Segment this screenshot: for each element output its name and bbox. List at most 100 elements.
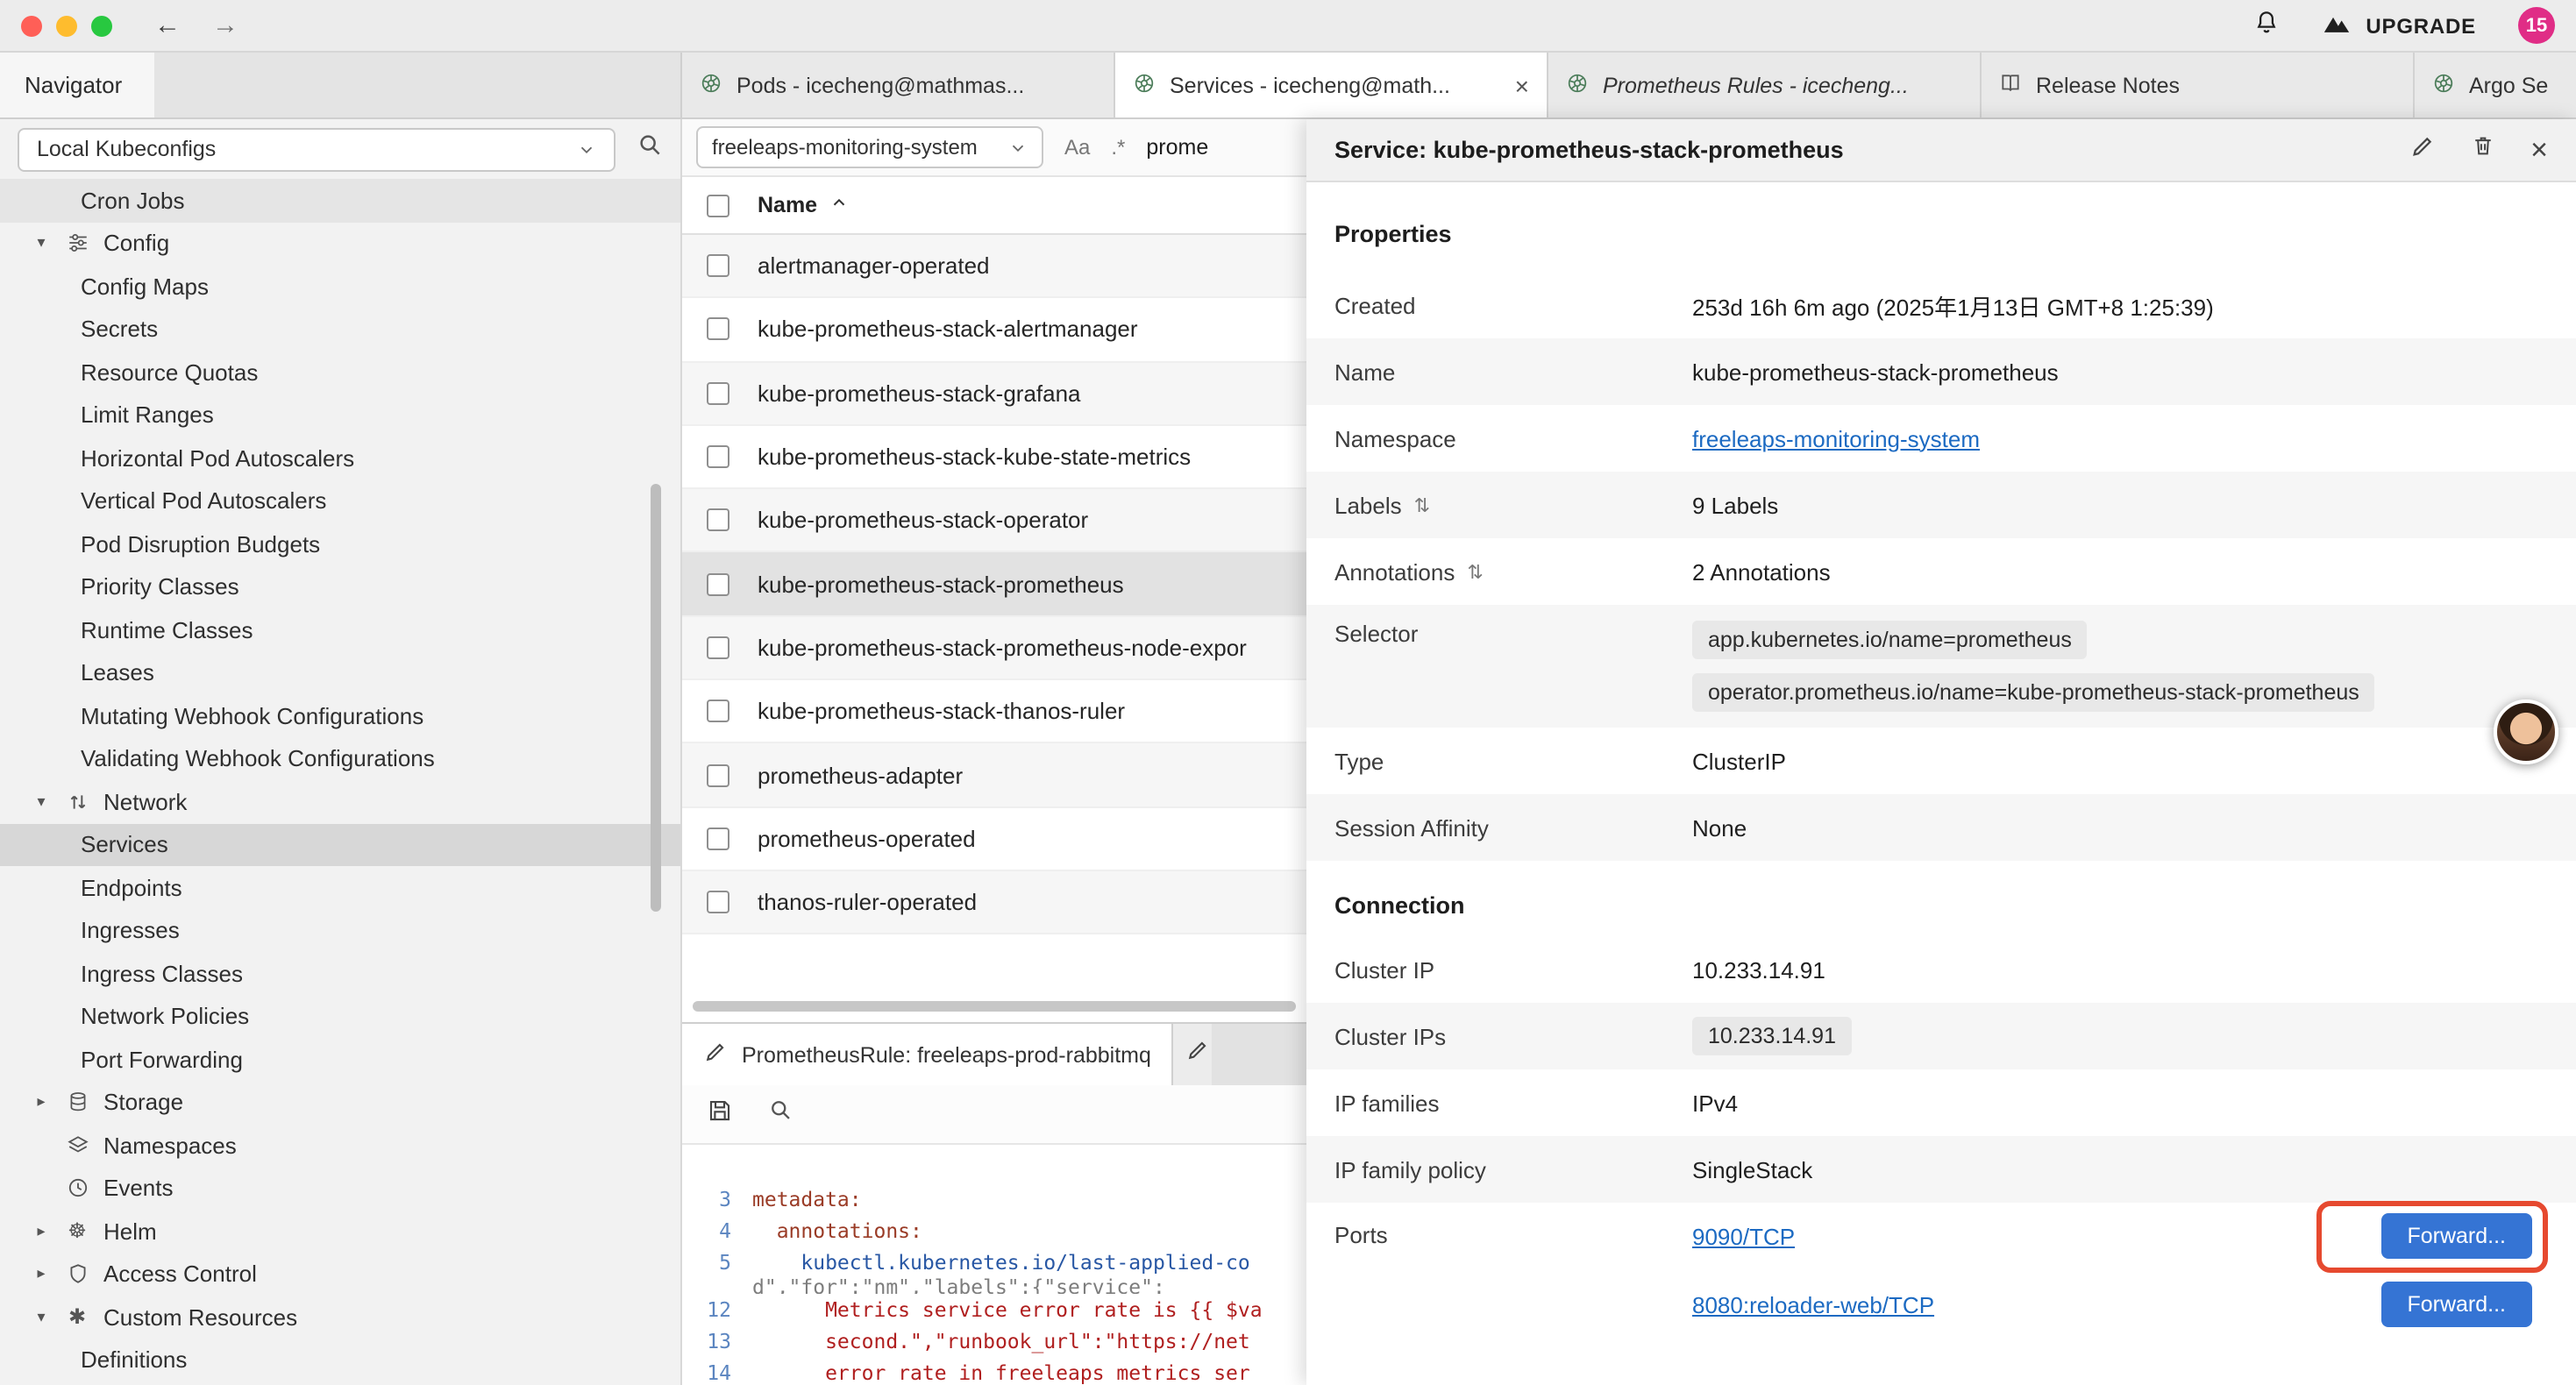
tab-prometheus-rules[interactable]: Prometheus Rules - icecheng... — [1548, 53, 1982, 117]
row-checkbox[interactable] — [707, 636, 729, 659]
sidebar-item-mutating-webhook-configurations[interactable]: Mutating Webhook Configurations — [0, 694, 680, 737]
table-row[interactable]: kube-prometheus-stack-alertmanager — [682, 299, 1306, 363]
horizontal-scrollbar[interactable] — [693, 1002, 1296, 1012]
editor-line: 4 annotations: — [682, 1216, 1306, 1247]
row-checkbox[interactable] — [707, 572, 729, 595]
name-column-header[interactable]: Name — [758, 193, 849, 217]
sidebar-item-events[interactable]: Events — [0, 1167, 680, 1210]
row-checkbox[interactable] — [707, 381, 729, 404]
table-row-selected[interactable]: kube-prometheus-stack-prometheus — [682, 553, 1306, 617]
back-icon[interactable]: ← — [154, 11, 181, 40]
table-row[interactable]: kube-prometheus-stack-prometheus-node-ex… — [682, 617, 1306, 681]
sidebar-item-pod-disruption-budgets[interactable]: Pod Disruption Budgets — [0, 522, 680, 565]
detail-row-created: Created 253d 16h 6m ago (2025年1月13日 GMT+… — [1306, 272, 2576, 338]
port-line: 9090/TCP Forward... — [1692, 1203, 2576, 1271]
sidebar-item-services[interactable]: Services — [0, 823, 680, 866]
delete-icon[interactable] — [2471, 133, 2495, 167]
sidebar-item-network-policies[interactable]: Network Policies — [0, 995, 680, 1038]
minimize-window-button[interactable] — [56, 15, 77, 36]
sidebar-item-endpoints[interactable]: Endpoints — [0, 866, 680, 909]
port-link-8080[interactable]: 8080:reloader-web/TCP — [1692, 1292, 1934, 1318]
sidebar-item-definitions[interactable]: Definitions — [0, 1339, 680, 1381]
namespace-link[interactable]: freeleaps-monitoring-system — [1692, 425, 1980, 451]
close-icon[interactable]: × — [2530, 135, 2548, 165]
forward-button[interactable]: Forward... — [2380, 1213, 2532, 1259]
properties-section-heading: Properties — [1306, 182, 2576, 272]
maximize-window-button[interactable] — [91, 15, 112, 36]
sidebar-scrollbar[interactable] — [651, 484, 661, 912]
sidebar-item-storage[interactable]: ▸ Storage — [0, 1081, 680, 1124]
forward-button[interactable]: Forward... — [2380, 1282, 2532, 1327]
table-row[interactable]: alertmanager-operated — [682, 235, 1306, 299]
sidebar-item-secrets[interactable]: Secrets — [0, 308, 680, 351]
close-window-button[interactable] — [21, 15, 42, 36]
select-all-checkbox[interactable] — [707, 194, 729, 217]
connection-section-heading: Connection — [1306, 861, 2576, 936]
search-icon[interactable] — [768, 1098, 793, 1132]
sidebar-item-vertical-pod-autoscalers[interactable]: Vertical Pod Autoscalers — [0, 479, 680, 522]
sidebar-item-network[interactable]: ▾ Network — [0, 780, 680, 823]
sidebar-item-port-forwarding[interactable]: Port Forwarding — [0, 1038, 680, 1081]
bell-icon[interactable] — [2253, 8, 2280, 43]
dock-tab-partial[interactable] — [1174, 1025, 1213, 1086]
save-icon[interactable] — [707, 1097, 733, 1133]
detail-row-selector: Selector app.kubernetes.io/name=promethe… — [1306, 605, 2576, 728]
row-checkbox[interactable] — [707, 891, 729, 913]
kubeconfig-selector[interactable]: Local Kubeconfigs — [18, 127, 616, 171]
row-checkbox[interactable] — [707, 827, 729, 850]
search-icon[interactable] — [637, 131, 663, 167]
table-row[interactable]: prometheus-adapter — [682, 744, 1306, 808]
dock-tab-prometheusrule[interactable]: PrometheusRule: freeleaps-prod-rabbitmq — [682, 1025, 1174, 1086]
tab-pods[interactable]: Pods - icecheng@mathmas... — [682, 53, 1115, 117]
edit-icon[interactable] — [2409, 132, 2436, 167]
sidebar-item-ingresses[interactable]: Ingresses — [0, 909, 680, 952]
yaml-editor[interactable]: 3metadata: 4 annotations: 5 kubectl.kube… — [682, 1146, 1306, 1385]
search-input[interactable]: prome — [1146, 135, 1208, 160]
sidebar-item-access-control[interactable]: ▸ Access Control — [0, 1253, 680, 1296]
sidebar-item-priority-classes[interactable]: Priority Classes — [0, 565, 680, 608]
tab-argo[interactable]: Argo Se — [2415, 53, 2576, 117]
row-checkbox[interactable] — [707, 445, 729, 468]
table-row[interactable]: kube-prometheus-stack-kube-state-metrics — [682, 426, 1306, 490]
upgrade-button[interactable]: UPGRADE — [2322, 11, 2476, 39]
tab-release-notes[interactable]: Release Notes — [1982, 53, 2415, 117]
table-row[interactable]: kube-prometheus-stack-thanos-ruler — [682, 680, 1306, 744]
close-icon[interactable]: × — [1515, 71, 1529, 99]
sidebar-item-limit-ranges[interactable]: Limit Ranges — [0, 394, 680, 437]
sidebar-item-config[interactable]: ▾ Config — [0, 222, 680, 265]
sidebar-item-leases[interactable]: Leases — [0, 651, 680, 694]
avatar[interactable] — [2494, 700, 2558, 764]
row-checkbox[interactable] — [707, 764, 729, 786]
sidebar-item-horizontal-pod-autoscalers[interactable]: Horizontal Pod Autoscalers — [0, 437, 680, 479]
sidebar-item-namespaces[interactable]: Namespaces — [0, 1124, 680, 1167]
table-row[interactable]: kube-prometheus-stack-operator — [682, 489, 1306, 553]
editor-line: 13 second.","runbook_url":"https://net — [682, 1326, 1306, 1358]
port-link-9090[interactable]: 9090/TCP — [1692, 1224, 1795, 1250]
sidebar-item-validating-webhook-configurations[interactable]: Validating Webhook Configurations — [0, 737, 680, 780]
match-case-toggle[interactable]: Aa — [1064, 135, 1090, 160]
editor-line: 5 kubectl.kubernetes.io/last-applied-co — [682, 1247, 1306, 1279]
tab-services[interactable]: Services - icecheng@math... × — [1115, 53, 1548, 117]
sidebar-item-config-maps[interactable]: Config Maps — [0, 265, 680, 308]
sort-toggle-icon[interactable]: ⇅ — [1467, 560, 1483, 583]
table-row[interactable]: prometheus-operated — [682, 807, 1306, 871]
drawer-title: Service: kube-prometheus-stack-prometheu… — [1334, 137, 2374, 163]
row-checkbox[interactable] — [707, 700, 729, 722]
notification-badge[interactable]: 15 — [2518, 7, 2555, 44]
table-row[interactable]: thanos-ruler-operated — [682, 871, 1306, 935]
sidebar-item-cron-jobs[interactable]: Cron Jobs — [0, 179, 680, 222]
row-checkbox[interactable] — [707, 254, 729, 277]
forward-icon[interactable]: → — [212, 11, 238, 40]
sidebar-item-resource-quotas[interactable]: Resource Quotas — [0, 351, 680, 394]
sidebar-item-custom-resources[interactable]: ▾ ✱ Custom Resources — [0, 1296, 680, 1339]
sidebar-item-helm[interactable]: ▸ ☸ Helm — [0, 1210, 680, 1253]
sort-toggle-icon[interactable]: ⇅ — [1414, 494, 1430, 516]
sidebar-item-runtime-classes[interactable]: Runtime Classes — [0, 608, 680, 651]
sidebar-item-ingress-classes[interactable]: Ingress Classes — [0, 952, 680, 995]
regex-toggle[interactable]: .* — [1111, 135, 1125, 160]
row-checkbox[interactable] — [707, 509, 729, 532]
table-row[interactable]: kube-prometheus-stack-grafana — [682, 362, 1306, 426]
network-icon — [63, 791, 91, 813]
namespace-filter-select[interactable]: freeleaps-monitoring-system — [696, 126, 1043, 168]
row-checkbox[interactable] — [707, 318, 729, 341]
